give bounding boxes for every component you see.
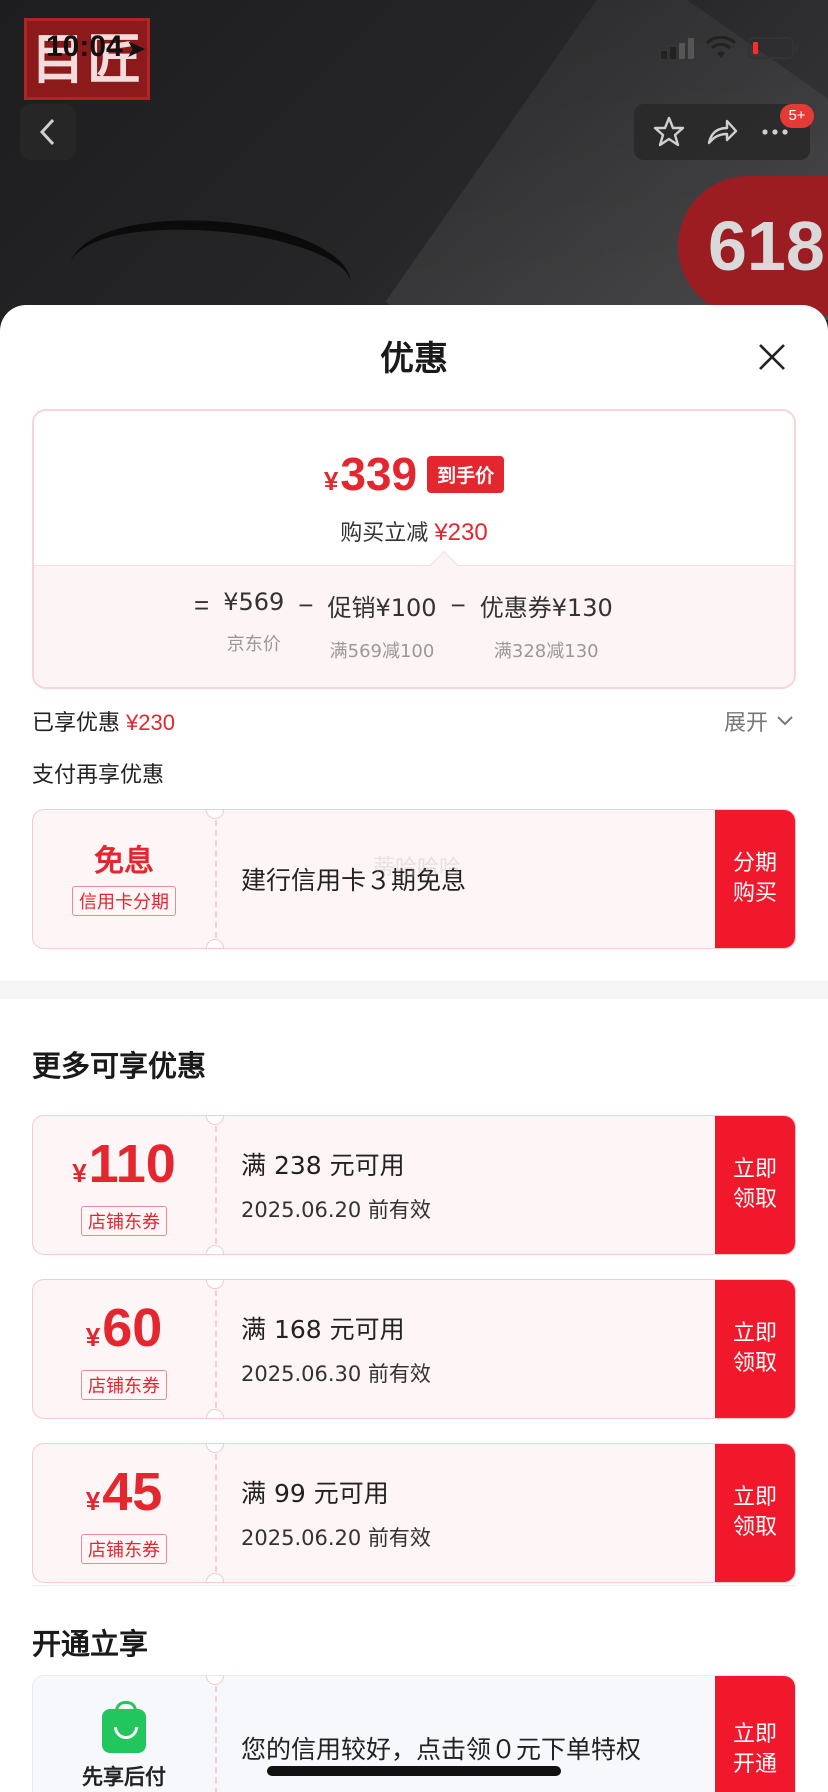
promo-618-badge: 618 xyxy=(678,176,828,316)
price-summary-card: ¥339 到手价 购买立减 ¥230 = ¥569 京东价 − 促销¥100 满5… xyxy=(32,409,796,689)
wifi-icon xyxy=(706,36,736,58)
section-divider xyxy=(0,981,828,999)
coupon-amount: ¥60 xyxy=(85,1297,163,1358)
status-time: 10:04 ➤ xyxy=(46,30,146,63)
coupon-condition: 满 168 元可用 xyxy=(241,1315,405,1344)
activate-button[interactable]: 立即 开通 xyxy=(715,1676,795,1792)
coupon-expiry: 2025.06.20 前有效 xyxy=(241,1198,431,1222)
chevron-left-icon xyxy=(39,118,55,146)
pay-later-label: 先享后付 xyxy=(82,1765,166,1789)
breakdown-jd-price: ¥569 京东价 xyxy=(223,588,285,655)
enjoyed-discount: 已享优惠 ¥230 xyxy=(32,710,175,736)
expand-button[interactable]: 展开 xyxy=(724,705,794,737)
battery-icon xyxy=(748,37,798,59)
coupon-amount: ¥110 xyxy=(72,1133,176,1194)
coupon-tag: 店铺东券 xyxy=(81,1533,167,1564)
close-icon[interactable] xyxy=(756,341,788,373)
glasses-product-image xyxy=(63,201,357,320)
purchase-reduction: 购买立减 ¥230 xyxy=(340,519,488,546)
claim-coupon-button[interactable]: 立即 领取 xyxy=(715,1280,795,1418)
breakdown-coupon: 优惠券¥130 满328减130 xyxy=(479,594,613,662)
coupon-tag: 店铺东券 xyxy=(81,1205,167,1236)
coupon-card: ¥60 店铺东券 满 168 元可用 2025.06.30 前有效 立即 领取 xyxy=(32,1279,796,1419)
minus-sign: − xyxy=(450,590,466,620)
price-breakdown: = ¥569 京东价 − 促销¥100 满569减100 − 优惠券¥130 满… xyxy=(34,565,794,687)
coupon-tag: 店铺东券 xyxy=(81,1369,167,1400)
more-discounts-title: 更多可享优惠 xyxy=(32,1049,207,1083)
home-indicator[interactable] xyxy=(267,1766,561,1776)
coupon-card: ¥45 店铺东券 满 99 元可用 2025.06.20 前有效 立即 领取 xyxy=(32,1443,796,1583)
breakdown-promotion: 促销¥100 满569减100 xyxy=(327,594,437,662)
coupon-card: ¥110 店铺东券 满 238 元可用 2025.06.20 前有效 立即 领取 xyxy=(32,1115,796,1255)
installment-tag: 信用卡分期 xyxy=(72,886,176,916)
pay-more-label: 支付再享优惠 xyxy=(32,763,165,788)
message-badge: 5+ xyxy=(780,104,814,128)
coupon-condition: 满 99 元可用 xyxy=(241,1479,389,1508)
installment-title: 免息 xyxy=(94,844,154,879)
watermark: 蒂哈哈哈 xyxy=(373,856,462,881)
share-icon[interactable] xyxy=(705,115,739,149)
thin-divider xyxy=(32,1585,796,1586)
shopping-bag-icon xyxy=(102,1701,146,1753)
final-price-tag: 到手价 xyxy=(427,455,505,493)
star-icon[interactable] xyxy=(652,115,686,149)
location-arrow-icon: ➤ xyxy=(126,36,146,61)
coupon-expiry: 2025.06.30 前有效 xyxy=(241,1362,431,1386)
equals-sign: = xyxy=(194,590,210,620)
claim-coupon-button[interactable]: 立即 领取 xyxy=(715,1116,795,1254)
discount-sheet: 优惠 ¥339 到手价 购买立减 ¥230 = ¥569 京东价 − 促销¥100… xyxy=(0,305,828,1792)
minus-sign: − xyxy=(298,590,314,620)
installment-card: 免息 信用卡分期 建行信用卡３期免息 蒂哈哈哈 分期 购买 xyxy=(32,809,796,949)
status-icons xyxy=(661,36,798,60)
back-button[interactable] xyxy=(20,104,76,160)
coupon-amount: ¥45 xyxy=(85,1461,163,1522)
coupon-expiry: 2025.06.20 前有效 xyxy=(241,1526,431,1550)
sheet-title: 优惠 xyxy=(380,339,448,379)
installment-desc: 建行信用卡３期免息 xyxy=(241,866,467,895)
cellular-signal-icon xyxy=(661,37,694,59)
credit-desc: 您的信用较好，点击领０元下单特权 xyxy=(241,1735,642,1764)
open-benefits-title: 开通立享 xyxy=(32,1627,149,1661)
installment-buy-button[interactable]: 分期 购买 xyxy=(715,810,795,948)
coupon-condition: 满 238 元可用 xyxy=(241,1151,405,1180)
product-image-area: 目匠 10:04 ➤ 5+ 618 xyxy=(0,0,828,320)
chevron-down-icon xyxy=(777,716,793,726)
final-price: ¥339 xyxy=(323,448,418,500)
claim-coupon-button[interactable]: 立即 领取 xyxy=(715,1444,795,1582)
